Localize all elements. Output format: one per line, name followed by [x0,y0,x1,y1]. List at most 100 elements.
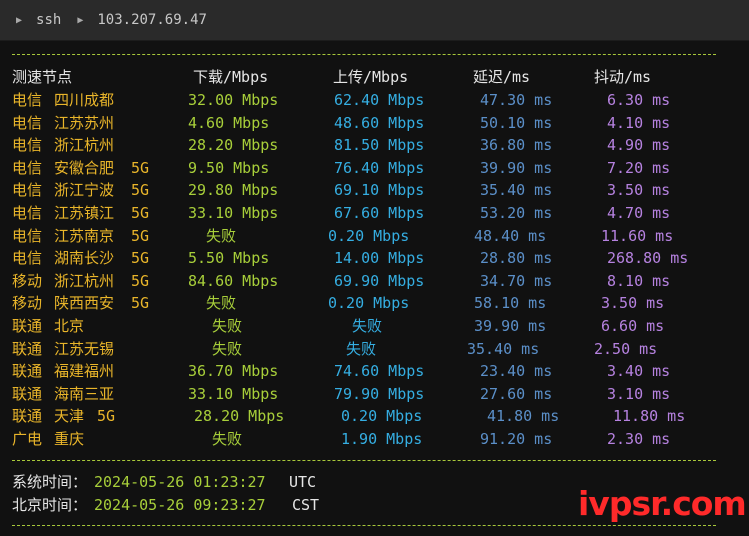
cell-5g: 5G [131,158,150,177]
cell-upload: 74.60 Mbps [334,362,425,381]
cell-download: 失败 [212,317,243,335]
cell-isp: 广电 [12,430,43,448]
cell-5g: 5G [97,407,116,426]
cell-jitter: 3.10 ms [607,384,671,403]
cell-jitter: 4.90 ms [607,136,671,155]
cell-city: 北京 [54,317,85,335]
cell-isp: 电信 [12,91,43,109]
cell-upload: 62.40 Mbps [334,91,425,109]
cell-isp: 联通 [12,384,43,403]
cell-5g: 5G [131,249,150,268]
cell-latency: 47.30 ms [480,91,553,109]
table-row: 电信 浙江宁波 5G 29.80 Mbps 69.10 Mbps 35.40 ms 3.50… [0,179,749,201]
table-row: 联通 江苏无锡 失败 失败 35.40 ms 2.50 ms [0,338,749,360]
table-row: 电信 湖南长沙 5G 5.50 Mbps 14.00 Mbps 28.80 ms 268.8… [0,247,749,269]
cell-isp: 联通 [12,317,43,335]
table-row: 联通 海南三亚 33.10 Mbps 79.90 Mbps 27.60 ms 3.10 m… [0,383,749,405]
table-row: 电信 江苏南京 5G 失败 0.20 Mbps 48.40 ms 11.60 ms [0,225,749,247]
beijing-time-label: 北京时间： [12,496,88,514]
cell-jitter: 6.60 ms [601,317,665,335]
cell-latency: 39.90 ms [474,317,547,335]
cell-download: 4.60 Mbps [188,113,270,132]
cell-latency: 39.90 ms [480,158,553,177]
cell-city: 江苏无锡 [54,339,115,358]
cell-5g: 5G [131,204,150,222]
table-row: 电信 四川成都 32.00 Mbps 62.40 Mbps 47.30 ms 6.30 m… [0,89,749,111]
table-row: 联通 福建福州 36.70 Mbps 74.60 Mbps 23.40 ms 3.40 m… [0,360,749,382]
separator-line [12,54,716,55]
beijing-timezone: CST [292,496,320,514]
separator-line [12,525,716,526]
cell-isp: 联通 [12,407,43,426]
header-node: 测速节点 [12,68,73,86]
table-row: 电信 安徽合肥 5G 9.50 Mbps 76.40 Mbps 39.90 ms 7.20 … [0,157,749,179]
cell-jitter: 3.50 ms [607,181,671,200]
cell-upload: 0.20 Mbps [328,294,410,313]
breadcrumb-ssh[interactable]: ssh [36,12,61,28]
table-row: 移动 陕西西安 5G 失败 0.20 Mbps 58.10 ms 3.50 ms [0,292,749,314]
cell-jitter: 7.20 ms [607,158,671,177]
cell-isp: 电信 [12,113,43,132]
cell-upload: 69.10 Mbps [334,181,425,200]
table-row: 联通 天津 5G 28.20 Mbps 0.20 Mbps 41.80 ms 11.80 m… [0,405,749,427]
cell-download: 33.10 Mbps [188,384,279,403]
cell-city: 浙江宁波 [54,181,115,200]
cell-isp: 电信 [12,204,43,222]
cell-jitter: 2.30 ms [607,430,671,448]
cell-upload: 76.40 Mbps [334,158,425,177]
header-download: 下载/Mbps [193,68,269,86]
header-jitter: 抖动/ms [594,68,652,86]
cell-upload: 67.60 Mbps [334,204,425,222]
cell-isp: 移动 [12,271,43,290]
cell-city: 浙江杭州 [54,271,115,290]
cell-latency: 35.40 ms [467,339,540,358]
cell-upload: 失败 [346,339,377,358]
cell-isp: 联通 [12,339,43,358]
beijing-time-value: 2024-05-26 09:23:27 [94,496,266,514]
cell-city: 浙江杭州 [54,136,115,155]
cell-city: 四川成都 [54,91,115,109]
cell-5g: 5G [131,181,150,200]
separator-line [12,460,716,461]
breadcrumb-arrow-icon: ▶ [77,14,84,26]
cell-city: 福建福州 [54,362,115,381]
cell-isp: 电信 [12,249,43,268]
cell-jitter: 4.70 ms [607,204,671,222]
cell-upload: 14.00 Mbps [334,249,425,268]
watermark-logo: ivpsr.com [578,484,747,523]
cell-download: 84.60 Mbps [188,271,279,290]
table-row: 电信 江苏苏州 4.60 Mbps 48.60 Mbps 50.10 ms 4.10 ms [0,112,749,134]
cell-city: 江苏苏州 [54,113,115,132]
cell-isp: 移动 [12,294,43,313]
cell-download: 36.70 Mbps [188,362,279,381]
table-row: 广电 重庆 失败 1.90 Mbps 91.20 ms 2.30 ms [0,428,749,450]
cell-upload: 0.20 Mbps [328,226,410,245]
cell-download: 28.20 Mbps [188,136,279,155]
cell-latency: 48.40 ms [474,226,547,245]
cell-city: 重庆 [54,430,85,448]
cell-jitter: 2.50 ms [594,339,658,358]
system-time-value: 2024-05-26 01:23:27 [94,473,266,491]
cell-jitter: 11.60 ms [601,226,674,245]
cell-download: 32.00 Mbps [188,91,279,109]
cell-latency: 91.20 ms [480,430,553,448]
cell-latency: 53.20 ms [480,204,553,222]
breadcrumb-host[interactable]: 103.207.69.47 [97,12,207,28]
cell-latency: 23.40 ms [480,362,553,381]
cell-latency: 50.10 ms [480,113,553,132]
cell-isp: 电信 [12,136,43,155]
cell-download: 5.50 Mbps [188,249,270,268]
table-row: 电信 江苏镇江 5G 33.10 Mbps 67.60 Mbps 53.20 ms 4.70… [0,202,749,224]
cell-upload: 69.90 Mbps [334,271,425,290]
table-row: 电信 浙江杭州 28.20 Mbps 81.50 Mbps 36.80 ms 4.90 m… [0,134,749,156]
cell-latency: 41.80 ms [487,407,560,426]
cell-download: 9.50 Mbps [188,158,270,177]
cell-latency: 58.10 ms [474,294,547,313]
cell-upload: 失败 [352,317,383,335]
cell-upload: 79.90 Mbps [334,384,425,403]
cell-jitter: 3.40 ms [607,362,671,381]
cell-city: 天津 [54,407,85,426]
cell-latency: 36.80 ms [480,136,553,155]
cell-isp: 电信 [12,226,43,245]
system-timezone: UTC [289,473,317,491]
